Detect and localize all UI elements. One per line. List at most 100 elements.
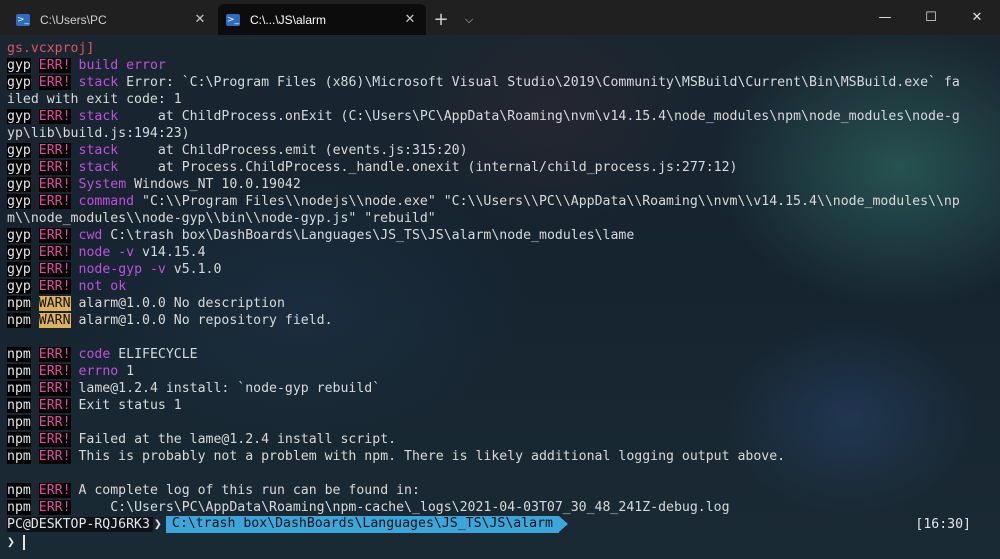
terminal-line: npm ERR! C:\Users\PC\AppData\Roaming\npm… <box>7 499 997 516</box>
text-cursor <box>22 535 25 550</box>
err-badge: ERR! <box>38 347 71 362</box>
tab-dropdown-button[interactable]: ⌵ <box>456 4 482 35</box>
terminal-line: gyp ERR! not ok <box>7 278 997 295</box>
terminal-line: npm ERR! Exit status 1 <box>7 397 997 414</box>
new-tab-button[interactable]: + <box>426 4 456 35</box>
powershell-icon: >_ <box>16 13 30 26</box>
command-input[interactable]: ❯ <box>7 533 997 552</box>
log-key: stack <box>78 75 119 90</box>
log-text: lame@1.2.4 install: `node-gyp rebuild` <box>70 381 381 396</box>
terminal-line: npm ERR! <box>7 414 997 431</box>
terminal-line: npm ERR! errno 1 <box>7 363 997 380</box>
log-text: Exit status 1 <box>70 398 182 413</box>
log-prefix: npm <box>7 432 31 447</box>
log-text: alarm@1.0.0 No repository field. <box>70 313 333 328</box>
prompt-area[interactable]: PC@DESKTOP-RQJ6RK3 ❯ C:\trash box\DashBo… <box>7 516 997 552</box>
log-prefix: gyp <box>7 143 31 158</box>
minimize-button[interactable]: — <box>862 0 908 35</box>
powershell-icon: >_ <box>226 13 240 26</box>
terminal-line: m\\node_modules\\node-gyp\\bin\\node-gyp… <box>7 210 997 227</box>
err-badge: ERR! <box>38 415 71 430</box>
log-prefix: gyp <box>7 160 31 175</box>
log-key: stack <box>78 109 119 124</box>
prompt-separator-icon: ❯ <box>153 517 162 532</box>
terminal-line <box>7 465 997 482</box>
log-prefix: npm <box>7 500 31 515</box>
log-text: C:\Users\PC\AppData\Roaming\npm-cache\_l… <box>70 500 730 515</box>
log-prefix: gyp <box>7 75 31 90</box>
log-text: v14.15.4 <box>134 245 206 260</box>
err-badge: ERR! <box>38 449 71 464</box>
log-key: cwd <box>78 228 103 243</box>
log-key: not ok <box>78 279 127 294</box>
log-prefix: gyp <box>7 279 31 294</box>
prompt-path: C:\trash box\DashBoards\Languages\JS_TS\… <box>165 516 569 533</box>
terminal-output[interactable]: gs.vcxproj] gyp ERR! build error gyp ERR! … <box>7 40 997 516</box>
log-key: node -v <box>78 245 135 260</box>
log-text: at Process.ChildProcess._handle.onexit (… <box>118 160 738 175</box>
tab-label: C:\Users\PC <box>40 12 107 27</box>
terminal-line: npm ERR! Failed at the lame@1.2.4 instal… <box>7 431 997 448</box>
close-button[interactable]: ✕ <box>954 0 1000 35</box>
maximize-button[interactable]: ☐ <box>908 0 954 35</box>
log-text: Failed at the lame@1.2.4 install script. <box>70 432 397 447</box>
err-badge: ERR! <box>38 364 71 379</box>
prompt-host: PC@DESKTOP-RQJ6RK3 <box>7 517 153 532</box>
terminal-line: gyp ERR! command "C:\\Program Files\\nod… <box>7 193 997 210</box>
err-badge: ERR! <box>38 177 71 192</box>
terminal-line: gyp ERR! stack at ChildProcess.onExit (C… <box>7 108 997 125</box>
tab-close-icon[interactable]: ✕ <box>192 12 208 27</box>
err-badge: ERR! <box>38 483 71 498</box>
err-badge: ERR! <box>38 109 71 124</box>
log-prefix: npm <box>7 483 31 498</box>
terminal-line: npm ERR! code ELIFECYCLE <box>7 346 997 363</box>
err-badge: ERR! <box>38 194 71 209</box>
log-prefix: npm <box>7 449 31 464</box>
log-text: at ChildProcess.onExit (C:\Users\PC\AppD… <box>118 109 960 124</box>
err-badge: ERR! <box>38 398 71 413</box>
log-prefix: npm <box>7 398 31 413</box>
terminal-line: gyp ERR! node -v v14.15.4 <box>7 244 997 261</box>
terminal-line: npm WARN alarm@1.0.0 No description <box>7 295 997 312</box>
tab-close-icon[interactable]: ✕ <box>402 12 418 27</box>
log-text: ELIFECYCLE <box>110 347 198 362</box>
warn-badge: WARN <box>38 313 71 328</box>
log-text: v5.1.0 <box>165 262 222 277</box>
warn-badge: WARN <box>38 296 71 311</box>
err-badge: ERR! <box>38 228 71 243</box>
log-text: 1 <box>118 364 135 379</box>
log-prefix: npm <box>7 296 31 311</box>
log-key: System <box>78 177 127 192</box>
log-key: stack <box>78 143 119 158</box>
tab-users-pc[interactable]: >_ C:\Users\PC ✕ <box>8 4 216 35</box>
tab-label: C:\...\JS\alarm <box>250 12 327 27</box>
window-controls: — ☐ ✕ <box>862 0 1000 35</box>
log-prefix: npm <box>7 347 31 362</box>
tab-js-alarm[interactable]: >_ C:\...\JS\alarm ✕ <box>218 4 426 35</box>
terminal-window: >_ C:\Users\PC ✕ >_ C:\...\JS\alarm ✕ + … <box>0 0 1000 559</box>
err-badge: ERR! <box>38 143 71 158</box>
err-badge: ERR! <box>38 160 71 175</box>
log-text: at ChildProcess.emit (events.js:315:20) <box>118 143 468 158</box>
terminal-line: npm ERR! lame@1.2.4 install: `node-gyp r… <box>7 380 997 397</box>
log-prefix: gyp <box>7 194 31 209</box>
